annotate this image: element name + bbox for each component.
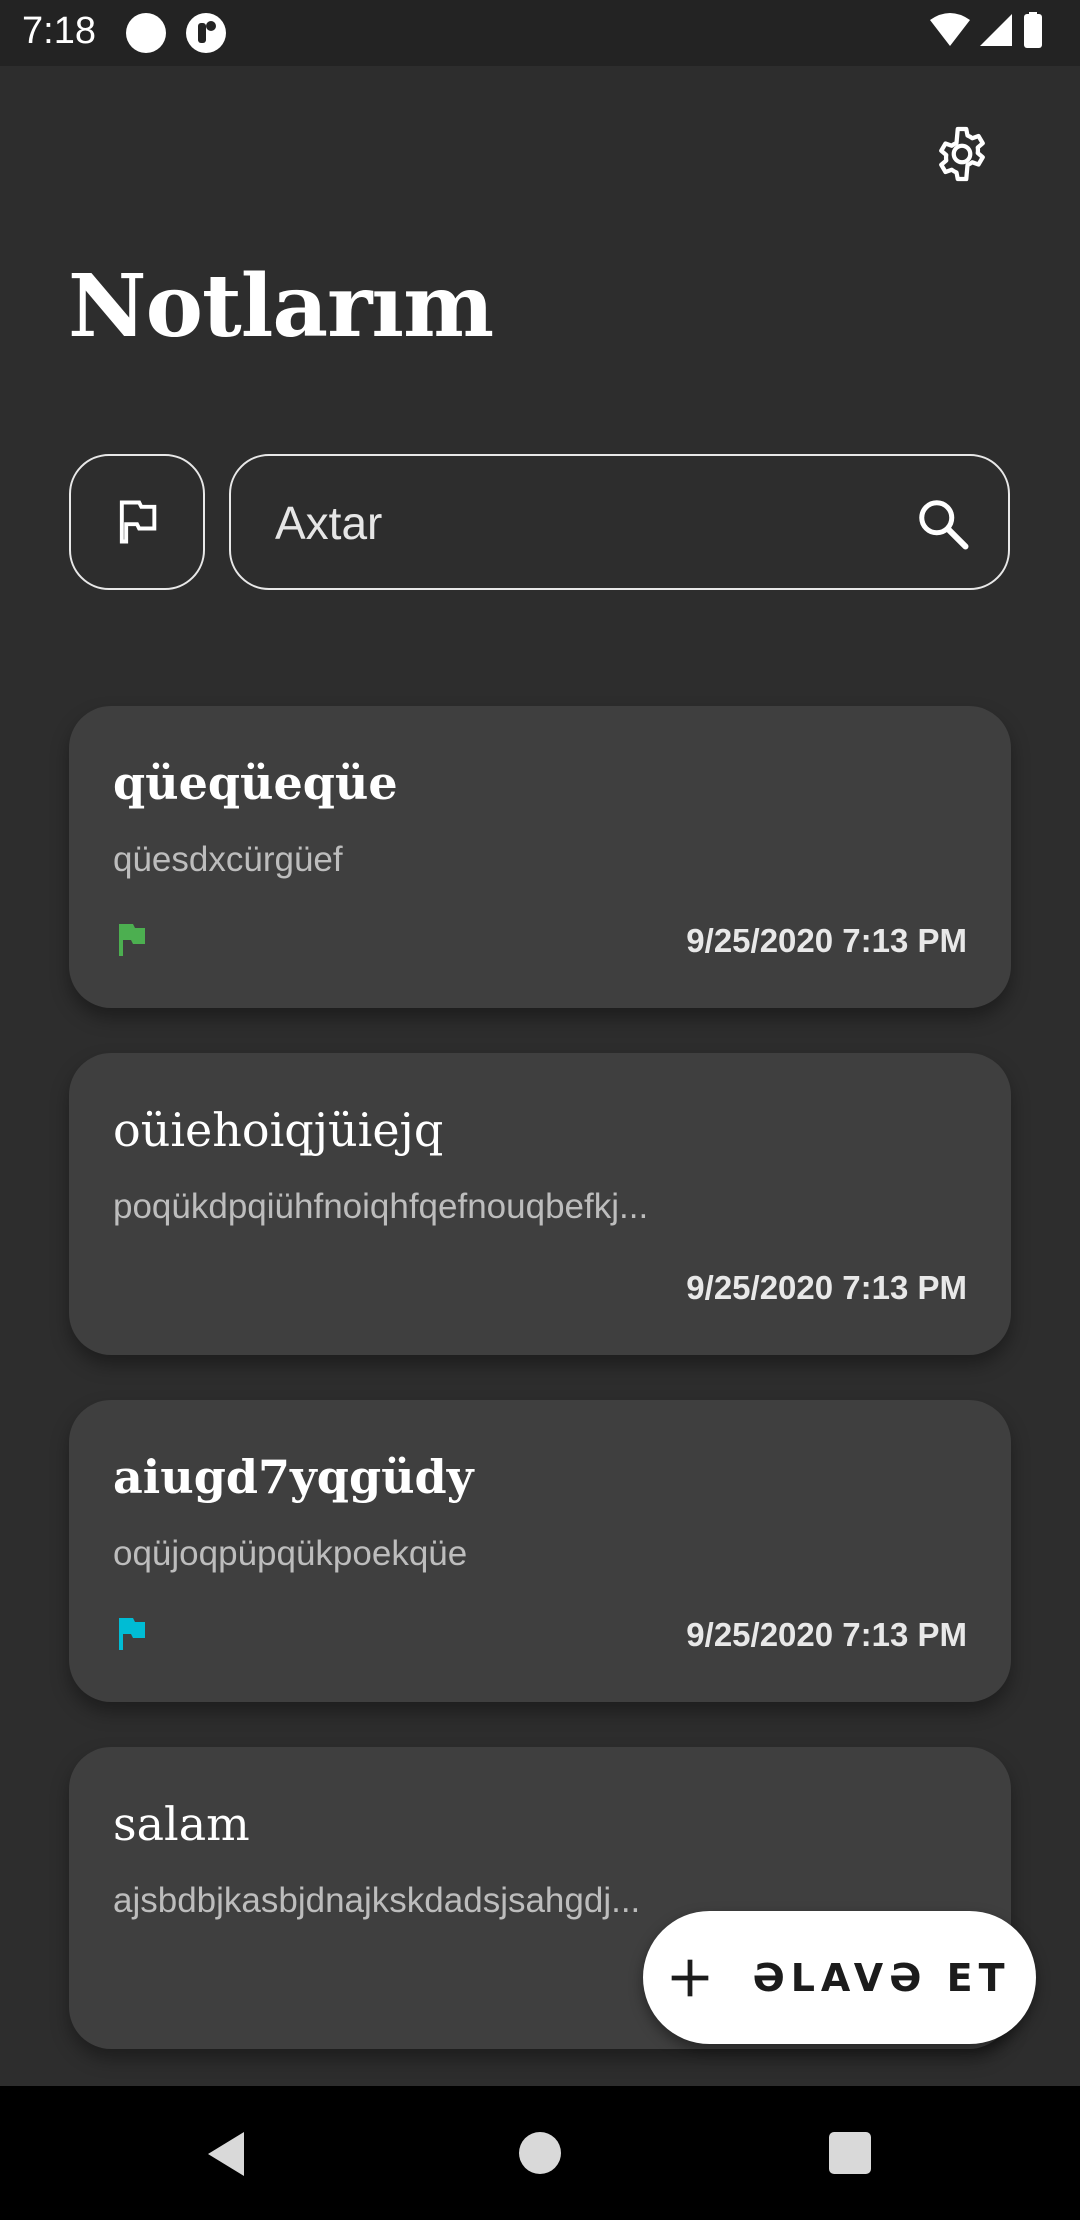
note-title: oüiehoiqjüiejq — [113, 1103, 444, 1157]
notification-dot-icon — [126, 13, 166, 53]
note-date: 9/25/2020 7:13 PM — [686, 922, 967, 959]
wifi-signal-battery-icon — [930, 12, 1042, 48]
note-title: salam — [113, 1797, 250, 1851]
notes-screen: Notlarım qüeqüeqüe qüesdxcürgüef 9/25/20… — [0, 66, 1080, 2086]
note-list: qüeqüeqüe qüesdxcürgüef 9/25/2020 7:13 P… — [69, 706, 1011, 2094]
note-card[interactable]: oüiehoiqjüiejq poqükdpqiühfnoiqhfqefnouq… — [69, 1053, 1011, 1355]
add-note-button[interactable]: ƏLAVƏ ET — [643, 1911, 1036, 2044]
note-date: 9/25/2020 7:13 PM — [686, 1269, 967, 1306]
search-input[interactable] — [275, 490, 875, 556]
recents-icon[interactable] — [829, 2132, 871, 2174]
settings-button[interactable] — [924, 116, 1000, 192]
status-indicators — [928, 12, 1058, 54]
note-date: 9/25/2020 7:13 PM — [686, 1616, 967, 1653]
search-icon[interactable] — [913, 494, 973, 554]
gear-icon — [939, 126, 985, 182]
note-preview: oqüjoqpüpqükpoekqüe — [113, 1534, 468, 1573]
note-title: qüeqüeqüe — [113, 756, 398, 810]
plus-icon — [672, 1959, 709, 1996]
navigation-bar — [0, 2086, 1080, 2220]
search-box[interactable] — [229, 454, 1010, 590]
note-title: aiugd7yqgüdy — [113, 1450, 474, 1504]
note-card[interactable]: aiugd7yqgüdy oqüjoqpüpqükpoekqüe 9/25/20… — [69, 1400, 1011, 1702]
note-preview: ajsbdbjkasbjdnajkskdadsjsahgdj... — [113, 1881, 641, 1920]
flag-icon — [119, 924, 145, 956]
back-icon[interactable] — [204, 2130, 248, 2178]
status-time: 7:18 — [22, 10, 96, 52]
flag-outline-icon — [119, 500, 157, 544]
flag-icon — [119, 1618, 145, 1650]
page-title: Notlarım — [68, 256, 494, 357]
home-icon[interactable] — [519, 2132, 561, 2174]
note-preview: qüesdxcürgüef — [113, 840, 343, 879]
flag-filter-button[interactable] — [69, 454, 205, 590]
note-card[interactable]: qüeqüeqüe qüesdxcürgüef 9/25/2020 7:13 P… — [69, 706, 1011, 1008]
app-notification-icon — [186, 13, 226, 53]
add-note-label: ƏLAVƏ ET — [752, 1955, 1011, 2000]
status-bar: 7:18 — [0, 0, 1080, 66]
note-preview: poqükdpqiühfnoiqhfqefnouqbefkj... — [113, 1187, 649, 1226]
